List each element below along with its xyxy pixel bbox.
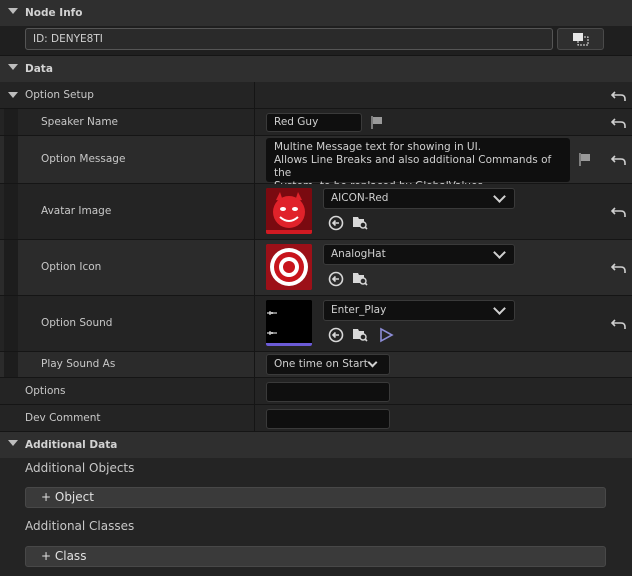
folder-search-icon[interactable] [352,326,368,342]
option-icon-label: Option Icon [41,261,102,273]
reset-arrow-icon[interactable] [611,317,627,331]
speaker-name-input[interactable]: Red Guy [266,113,362,132]
sound-asset-dropdown[interactable]: Enter_Play [323,300,515,321]
options-label: Options [25,385,66,397]
avatar-image-label: Avatar Image [41,205,112,217]
option-message-label: Option Message [41,153,126,165]
chevron-down-icon [493,302,506,315]
avatar-image-row: Avatar Image AICON-Red [0,184,632,240]
avatar-devil-image [266,188,312,234]
chevron-down-icon [493,246,506,259]
reset-arrow-icon[interactable] [611,205,627,219]
waveform-image [266,300,312,346]
avatar-thumbnail[interactable] [266,188,312,234]
message-line: Allows Line Breaks and also additional C… [274,154,552,179]
option-setup-header[interactable]: Option Setup [0,82,632,109]
collapse-arrow-icon [8,440,18,446]
option-message-row: Option Message Multine Message text for … [0,136,632,192]
dev-comment-row: Dev Comment [0,405,632,432]
option-icon-dropdown[interactable]: AnalogHat [323,244,515,265]
reset-arrow-icon[interactable] [611,116,627,130]
folder-search-icon[interactable] [352,214,368,230]
speaker-name-row: Speaker Name Red Guy [0,109,632,136]
additional-classes-label: Additional Classes [25,519,135,533]
option-sound-row: Option Sound Enter_Play [0,296,632,352]
folder-search-icon[interactable] [352,270,368,286]
sound-thumbnail[interactable] [266,300,312,346]
chevron-down-icon [493,190,506,203]
flag-icon[interactable] [578,152,592,167]
node-id-field[interactable]: ID: DENYE8TI [25,28,553,50]
reset-arrow-icon[interactable] [611,153,627,167]
node-id-row: ID: DENYE8TI [0,26,632,56]
play-sound-as-label: Play Sound As [41,358,116,370]
dev-comment-label: Dev Comment [25,412,101,424]
category-additional-data[interactable]: Additional Data [0,432,632,458]
flag-icon[interactable] [370,115,384,130]
avatar-asset-value: AICON-Red [331,192,389,204]
category-title: Data [25,63,53,75]
group-title: Option Setup [25,89,94,101]
copy-select-icon [573,33,589,46]
browse-arrow-icon[interactable] [328,271,344,287]
additional-objects-label: Additional Objects [25,461,135,475]
category-title: Node Info [25,7,83,19]
option-icon-row: Option Icon AnalogHat [0,240,632,296]
message-line: Multine Message text for showing in UI. [274,141,482,153]
category-title: Additional Data [25,439,118,451]
speaker-name-label: Speaker Name [41,116,119,128]
sound-asset-value: Enter_Play [331,304,387,316]
category-data[interactable]: Data [0,56,632,82]
option-icon-value: AnalogHat [331,248,386,260]
options-input[interactable] [266,382,390,402]
browse-arrow-icon[interactable] [328,215,344,231]
option-icon-thumbnail[interactable] [266,244,312,290]
play-sound-as-dropdown[interactable]: One time on Start [266,354,390,375]
collapse-arrow-icon [8,64,18,70]
play-icon[interactable] [378,327,394,343]
option-sound-label: Option Sound [41,317,113,329]
analog-hat-image [266,244,312,290]
play-sound-as-value: One time on Start [274,358,368,370]
add-class-button[interactable]: + Class [25,546,606,567]
add-object-button[interactable]: + Object [25,487,606,508]
browse-arrow-icon[interactable] [328,327,344,343]
dev-comment-input[interactable] [266,409,390,429]
category-node-info[interactable]: Node Info [0,0,632,26]
option-message-textarea[interactable]: Multine Message text for showing in UI. … [266,138,570,192]
avatar-asset-dropdown[interactable]: AICON-Red [323,188,515,209]
copy-id-button[interactable] [557,28,604,50]
collapse-arrow-icon [8,8,18,14]
collapse-arrow-icon [8,92,18,98]
play-sound-as-row: Play Sound As One time on Start [0,352,632,378]
chevron-down-icon [367,357,378,368]
options-row: Options [0,378,632,405]
reset-arrow-icon[interactable] [611,89,627,103]
additional-data-panel: Additional Objects + Object Additional C… [0,458,632,576]
reset-arrow-icon[interactable] [611,261,627,275]
